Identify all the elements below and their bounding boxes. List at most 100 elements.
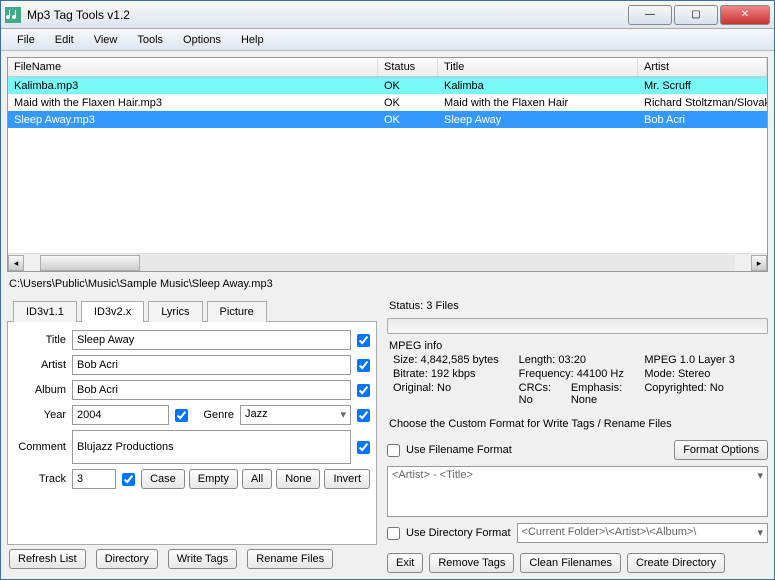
mpeg-frequency: Frequency: 44100 Hz [519, 368, 637, 380]
cell-title: Maid with the Flaxen Hair [438, 97, 638, 109]
titlebar: Mp3 Tag Tools v1.2 — ▢ ✕ [1, 1, 774, 29]
scroll-track[interactable] [40, 255, 735, 271]
menu-options[interactable]: Options [173, 31, 231, 49]
mpeg-copyright: Copyrighted: No [644, 382, 762, 406]
mpeg-emphasis: Emphasis: None [571, 382, 637, 406]
minimize-button[interactable]: — [628, 5, 672, 25]
track-check[interactable] [122, 473, 135, 486]
use-directory-check[interactable] [387, 527, 400, 540]
listview-header: FileName Status Title Artist [8, 58, 767, 77]
content-area: FileName Status Title Artist Kalimba.mp3… [1, 51, 774, 579]
invert-button[interactable]: Invert [324, 469, 370, 489]
write-tags-button[interactable]: Write Tags [168, 549, 238, 569]
format-options-button[interactable]: Format Options [674, 440, 768, 460]
maximize-button[interactable]: ▢ [674, 5, 718, 25]
create-directory-button[interactable]: Create Directory [627, 553, 725, 573]
tab-picture[interactable]: Picture [207, 301, 267, 322]
info-pane: Status: 3 Files MPEG info Size: 4,842,58… [387, 300, 768, 573]
col-status[interactable]: Status [378, 58, 438, 76]
col-filename[interactable]: FileName [8, 58, 378, 76]
cell-artist: Mr. Scruff [638, 80, 767, 92]
mpeg-mode: Mode: Stereo [644, 368, 762, 380]
comment-field[interactable] [72, 430, 351, 464]
scroll-thumb[interactable] [40, 255, 140, 271]
lower-panes: ID3v1.1 ID3v2.x Lyrics Picture Title Art… [7, 300, 768, 573]
label-track: Track [14, 473, 66, 485]
title-field[interactable] [72, 330, 351, 350]
cell-status: OK [378, 97, 438, 109]
horizontal-scrollbar[interactable]: ◂ ▸ [8, 253, 767, 271]
mpeg-crcs: CRCs: No [519, 382, 559, 406]
cell-status: OK [378, 114, 438, 126]
genre-check[interactable] [357, 409, 370, 422]
use-filename-label: Use Filename Format [406, 444, 668, 456]
window-title: Mp3 Tag Tools v1.2 [27, 8, 628, 22]
title-check[interactable] [357, 334, 370, 347]
menu-help[interactable]: Help [231, 31, 274, 49]
menubar: File Edit View Tools Options Help [1, 29, 774, 51]
tab-content: Title Artist Album Y [7, 322, 377, 545]
table-row[interactable]: Maid with the Flaxen Hair.mp3OKMaid with… [8, 94, 767, 111]
artist-field[interactable] [72, 355, 351, 375]
comment-check[interactable] [357, 441, 370, 454]
app-window: Mp3 Tag Tools v1.2 — ▢ ✕ File Edit View … [0, 0, 775, 580]
col-title[interactable]: Title [438, 58, 638, 76]
refresh-list-button[interactable]: Refresh List [9, 549, 86, 569]
artist-check[interactable] [357, 359, 370, 372]
none-button[interactable]: None [276, 469, 320, 489]
cell-filename: Sleep Away.mp3 [8, 114, 378, 126]
exit-button[interactable]: Exit [387, 553, 423, 573]
track-field[interactable] [72, 469, 116, 489]
mpeg-title: MPEG info [387, 340, 768, 354]
menu-file[interactable]: File [7, 31, 45, 49]
progress-bar [387, 318, 768, 334]
tab-lyrics[interactable]: Lyrics [148, 301, 202, 322]
directory-format-combo[interactable]: <Current Folder>\<Artist>\<Album>\ [517, 523, 768, 543]
directory-button[interactable]: Directory [96, 549, 158, 569]
album-check[interactable] [357, 384, 370, 397]
cell-title: Kalimba [438, 80, 638, 92]
left-bottom-bar: Refresh List Directory Write Tags Rename… [7, 545, 377, 573]
mpeg-length: Length: 03:20 [519, 354, 637, 366]
cell-title: Sleep Away [438, 114, 638, 126]
listview-body: Kalimba.mp3OKKalimbaMr. ScruffMaid with … [8, 77, 767, 253]
year-check[interactable] [175, 409, 188, 422]
menu-tools[interactable]: Tools [127, 31, 173, 49]
cell-filename: Maid with the Flaxen Hair.mp3 [8, 97, 378, 109]
tab-id3v2[interactable]: ID3v2.x [81, 301, 144, 322]
label-comment: Comment [14, 441, 66, 453]
scroll-left-icon[interactable]: ◂ [8, 255, 24, 271]
label-artist: Artist [14, 359, 66, 371]
menu-view[interactable]: View [84, 31, 128, 49]
col-artist[interactable]: Artist [638, 58, 767, 76]
right-bottom-bar: Exit Remove Tags Clean Filenames Create … [387, 549, 768, 573]
use-filename-check[interactable] [387, 444, 400, 457]
mpeg-size: Size: 4,842,585 bytes [393, 354, 511, 366]
label-title: Title [14, 334, 66, 346]
genre-select[interactable]: Jazz [240, 405, 351, 425]
clean-filenames-button[interactable]: Clean Filenames [520, 553, 621, 573]
file-listview[interactable]: FileName Status Title Artist Kalimba.mp3… [7, 57, 768, 272]
menu-edit[interactable]: Edit [45, 31, 84, 49]
status-label: Status: 3 Files [387, 300, 768, 312]
app-icon [5, 7, 21, 23]
current-path: C:\Users\Public\Music\Sample Music\Sleep… [7, 276, 768, 294]
label-album: Album [14, 384, 66, 396]
filename-format-combo[interactable]: <Artist> - <Title> [387, 466, 768, 517]
rename-files-button[interactable]: Rename Files [247, 549, 333, 569]
use-directory-label: Use Directory Format [406, 527, 511, 539]
all-button[interactable]: All [242, 469, 272, 489]
table-row[interactable]: Kalimba.mp3OKKalimbaMr. Scruff [8, 77, 767, 94]
cell-artist: Richard Stoltzman/Slovak [638, 97, 767, 109]
scroll-right-icon[interactable]: ▸ [751, 255, 767, 271]
remove-tags-button[interactable]: Remove Tags [429, 553, 514, 573]
close-button[interactable]: ✕ [720, 5, 770, 25]
tab-id3v1[interactable]: ID3v1.1 [13, 301, 77, 322]
album-field[interactable] [72, 380, 351, 400]
empty-button[interactable]: Empty [189, 469, 238, 489]
year-field[interactable] [72, 405, 169, 425]
cell-filename: Kalimba.mp3 [8, 80, 378, 92]
case-button[interactable]: Case [141, 469, 185, 489]
table-row[interactable]: Sleep Away.mp3OKSleep AwayBob Acri [8, 111, 767, 128]
mpeg-version: MPEG 1.0 Layer 3 [644, 354, 762, 366]
